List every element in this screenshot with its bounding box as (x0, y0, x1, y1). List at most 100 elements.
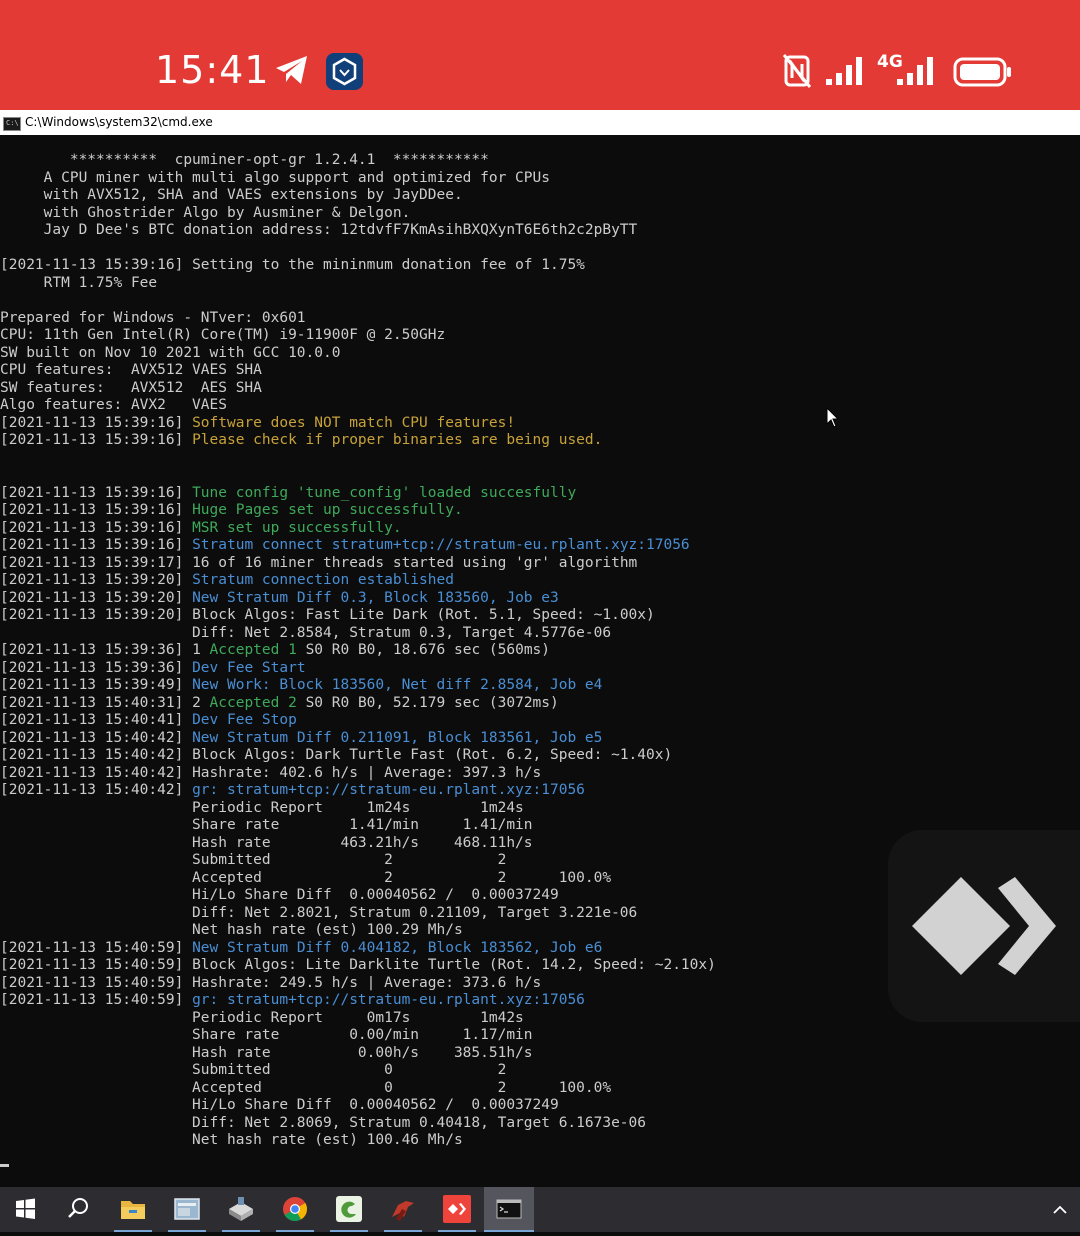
anydesk-overlay[interactable] (888, 830, 1080, 1022)
console-text: Submitted 0 2 (0, 1062, 507, 1078)
console-text: S0 R0 B0, 18.676 sec (560ms) (296, 642, 551, 658)
console-text: [2021-11-13 15:40:59] (0, 957, 193, 973)
console-line: [2021-11-13 15:40:59] Block Algos: Lite … (0, 957, 716, 974)
console-text: Tune config 'tune_config' loaded succesf… (192, 484, 577, 501)
search-button[interactable] (53, 1187, 103, 1232)
console-line: Diff: Net 2.8069, Stratum 0.40418, Targe… (0, 1115, 646, 1132)
crypto-com-icon (326, 53, 363, 90)
console-line: [2021-11-13 15:39:36] 1 Accepted 1 S0 R0… (0, 642, 550, 659)
console-line: Submitted 2 2 (0, 852, 506, 869)
console-text: [2021-11-13 15:39:36] (0, 659, 193, 676)
console-text: 1 (192, 642, 210, 658)
taskbar-file-explorer[interactable] (108, 1187, 158, 1232)
console-line: Hi/Lo Share Diff 0.00040562 / 0.00037249 (0, 1097, 559, 1114)
console-text: [2021-11-13 15:39:16] (0, 257, 193, 273)
console-line: ********** cpuminer-opt-gr 1.2.4.1 *****… (0, 152, 489, 169)
console-line: Submitted 0 2 (0, 1062, 506, 1079)
console-text: [2021-11-13 15:39:16] (0, 432, 193, 448)
console-text: MSR set up successfully. (192, 519, 402, 536)
window-title: C:\Windows\system32\cmd.exe (25, 115, 213, 129)
console-text: A CPU miner with multi algo support and … (0, 169, 550, 186)
chrome-icon (283, 1197, 308, 1222)
console-line: CPU: 11th Gen Intel(R) Core(TM) i9-11900… (0, 327, 445, 344)
console-text: [2021-11-13 15:39:16] (0, 484, 193, 501)
console-line: [2021-11-13 15:39:20] Stratum connection… (0, 572, 454, 589)
taskbar-app-window[interactable] (162, 1187, 212, 1232)
console-text: Diff: Net 2.8069, Stratum 0.40418, Targe… (0, 1114, 647, 1131)
console-text: [2021-11-13 15:39:36] (0, 642, 193, 658)
console-text: Algo features: AVX2 VAES (0, 397, 227, 413)
taskbar-installer[interactable] (216, 1187, 266, 1232)
console-line: Share rate 1.41/min 1.41/min (0, 817, 532, 834)
console-line: [2021-11-13 15:40:59] New Stratum Diff 0… (0, 940, 602, 957)
console-text: Dev Fee Stop (192, 712, 297, 728)
console-line: Hash rate 0.00h/s 385.51h/s (0, 1045, 532, 1062)
anydesk-logo-icon (912, 877, 1056, 975)
chevron-up-icon[interactable] (1050, 1200, 1070, 1220)
console-line: [2021-11-13 15:40:59] Hashrate: 249.5 h/… (0, 975, 541, 992)
console-text: Block Algos: Lite Darklite Turtle (Rot. … (192, 957, 716, 973)
console-line: Diff: Net 2.8021, Stratum 0.21109, Targe… (0, 905, 637, 922)
taskbar-chrome[interactable] (270, 1187, 320, 1232)
console-text: with AVX512, SHA and VAES extensions by … (0, 187, 463, 203)
console-text: Hashrate: 249.5 h/s | Average: 373.6 h/s (192, 974, 542, 991)
console-text: Diff: Net 2.8584, Stratum 0.3, Target 4.… (0, 624, 612, 641)
console-line: [2021-11-13 15:39:16] MSR set up success… (0, 520, 402, 537)
console-text: New Stratum Diff 0.211091, Block 183561,… (192, 729, 603, 746)
status-time: 15:41 (155, 48, 270, 92)
cmd-icon (496, 1199, 522, 1219)
console-text: Block Algos: Fast Lite Dark (Rot. 5.1, S… (192, 607, 655, 623)
console-text: Block Algos: Dark Turtle Fast (Rot. 6.2,… (192, 747, 673, 763)
start-button[interactable] (0, 1187, 50, 1232)
signal-4g-icon (897, 57, 933, 85)
console-text: Accepted 0 2 100.0% (0, 1079, 612, 1096)
console-text: [2021-11-13 15:39:16] (0, 502, 193, 518)
console-line: [2021-11-13 15:39:16] Tune config 'tune_… (0, 485, 576, 502)
console-text: Net hash rate (est) 100.29 Mh/s (0, 922, 463, 938)
console-text: Submitted 2 2 (0, 852, 507, 868)
taskbar-cmd[interactable] (484, 1187, 534, 1232)
console-line: [2021-11-13 15:39:16] Please check if pr… (0, 432, 602, 449)
console-text: ********** cpuminer-opt-gr 1.2.4.1 *****… (0, 152, 489, 168)
console-line: [2021-11-13 15:40:42] gr: stratum+tcp://… (0, 782, 585, 799)
console-line: A CPU miner with multi algo support and … (0, 170, 550, 187)
console-text: Periodic Report 0m17s 1m42s (0, 1009, 524, 1026)
console-text: Huge Pages set up successfully. (192, 502, 463, 518)
console-line: [2021-11-13 15:39:17] 16 of 16 miner thr… (0, 555, 637, 572)
console-line: [2021-11-13 15:39:16] Software does NOT … (0, 415, 515, 432)
console-line: CPU features: AVX512 VAES SHA (0, 362, 262, 379)
taskbar-edge-app[interactable] (324, 1187, 374, 1232)
console-text: [2021-11-13 15:40:42] (0, 782, 193, 798)
console-text: S0 R0 B0, 52.179 sec (3072ms) (296, 694, 559, 711)
taskbar-anydesk[interactable] (432, 1187, 482, 1232)
console-line: Net hash rate (est) 100.46 Mh/s (0, 1132, 463, 1149)
console-text: [2021-11-13 15:39:16] (0, 414, 193, 431)
console-text: [2021-11-13 15:40:42] (0, 764, 193, 781)
nfc-off-icon (783, 54, 811, 88)
console-text: [2021-11-13 15:39:20] (0, 572, 193, 588)
console-text: Hash rate 463.21h/s 468.11h/s (0, 834, 533, 851)
console-line: [2021-11-13 15:39:36] Dev Fee Start (0, 660, 306, 677)
console-line: with AVX512, SHA and VAES extensions by … (0, 187, 463, 204)
console-cursor (0, 1164, 9, 1167)
console-text: [2021-11-13 15:40:59] (0, 939, 193, 956)
console-line: Net hash rate (est) 100.29 Mh/s (0, 922, 463, 939)
console-line: Jay D Dee's BTC donation address: 12tdvf… (0, 222, 638, 239)
console-text: CPU features: AVX512 VAES SHA (0, 362, 262, 378)
console-line: [2021-11-13 15:39:16] Setting to the min… (0, 257, 585, 274)
console-line: Diff: Net 2.8584, Stratum 0.3, Target 4.… (0, 625, 611, 642)
console-text: [2021-11-13 15:39:49] (0, 677, 193, 693)
console-line: Periodic Report 0m17s 1m42s (0, 1010, 524, 1027)
console-output[interactable]: ********** cpuminer-opt-gr 1.2.4.1 *****… (0, 152, 1080, 1182)
console-line: Prepared for Windows - NTver: 0x601 (0, 310, 306, 327)
console-text: [2021-11-13 15:40:41] (0, 712, 193, 728)
taskbar-app-figure[interactable] (378, 1187, 428, 1232)
console-text: [2021-11-13 15:39:20] (0, 607, 193, 623)
console-line: SW built on Nov 10 2021 with GCC 10.0.0 (0, 345, 340, 362)
console-text: 16 of 16 miner threads started using 'gr… (192, 554, 638, 571)
console-line: RTM 1.75% Fee (0, 275, 158, 292)
console-text: Hi/Lo Share Diff 0.00040562 / 0.00037249 (0, 887, 559, 903)
console-line: Accepted 0 2 100.0% (0, 1080, 611, 1097)
console-line: [2021-11-13 15:39:16] Huge Pages set up … (0, 502, 463, 519)
console-text: Please check if proper binaries are bein… (192, 432, 603, 448)
